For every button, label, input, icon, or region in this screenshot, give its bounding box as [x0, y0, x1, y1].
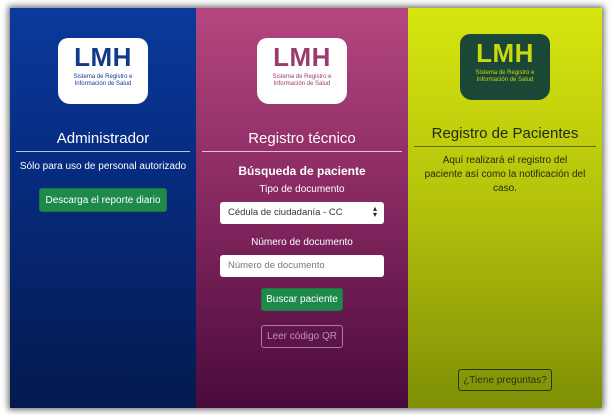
logo-subtitle: Sistema de Registro e Información de Sal… — [460, 70, 550, 84]
doc-type-selected: Cédula de ciudadanía - CC — [228, 207, 343, 218]
doc-type-select[interactable]: Cédula de ciudadanía - CC ▴ ▾ — [220, 202, 384, 224]
logo-text: LMH — [476, 38, 534, 68]
patient-search-title: Búsqueda de paciente — [238, 164, 366, 178]
search-patient-button[interactable]: Buscar paciente — [261, 288, 343, 311]
doc-number-input[interactable]: Número de documento — [220, 255, 384, 277]
logo-subtitle-line1: Sistema de Registro e — [73, 74, 133, 80]
patients-note: Aquí realizará el registro del paciente … — [424, 155, 586, 194]
logo-subtitle-line2: Información de Salud — [74, 81, 132, 87]
questions-button[interactable]: ¿Tiene preguntas? — [458, 369, 552, 391]
logo-subtitle-line1: Sistema de Registro e — [272, 74, 332, 80]
doc-type-label: Tipo de documento — [259, 184, 345, 195]
patients-title: Registro de Pacientes — [414, 125, 596, 147]
logo-subtitle-line1: Sistema de Registro e — [475, 70, 535, 76]
read-qr-button[interactable]: Leer código QR — [261, 325, 343, 348]
download-report-button[interactable]: Descarga el reporte diario — [39, 188, 167, 212]
admin-panel: LMH Sistema de Registro e Información de… — [10, 8, 196, 408]
tech-title: Registro técnico — [202, 130, 402, 152]
patients-panel: LMH Sistema de Registro e Información de… — [408, 8, 602, 408]
lmh-logo: LMH Sistema de Registro e Información de… — [257, 38, 347, 104]
app-frame: LMH Sistema de Registro e Información de… — [10, 8, 602, 408]
logo-subtitle: Sistema de Registro e Información de Sal… — [58, 74, 148, 88]
select-caret-icon: ▴ ▾ — [372, 204, 377, 219]
logo-subtitle-line2: Información de Salud — [273, 81, 331, 87]
lmh-logo: LMH Sistema de Registro e Información de… — [460, 34, 550, 100]
doc-number-placeholder: Número de documento — [228, 260, 325, 271]
admin-note: Sólo para uso de personal autorizado — [19, 161, 187, 172]
logo-subtitle-line2: Información de Salud — [476, 77, 534, 83]
admin-title: Administrador — [16, 130, 190, 152]
tech-panel: LMH Sistema de Registro e Información de… — [196, 8, 408, 408]
logo-text: LMH — [273, 42, 331, 72]
logo-subtitle: Sistema de Registro e Información de Sal… — [257, 74, 347, 88]
doc-number-label: Número de documento — [251, 237, 353, 248]
lmh-logo: LMH Sistema de Registro e Información de… — [58, 38, 148, 104]
logo-text: LMH — [74, 42, 132, 72]
